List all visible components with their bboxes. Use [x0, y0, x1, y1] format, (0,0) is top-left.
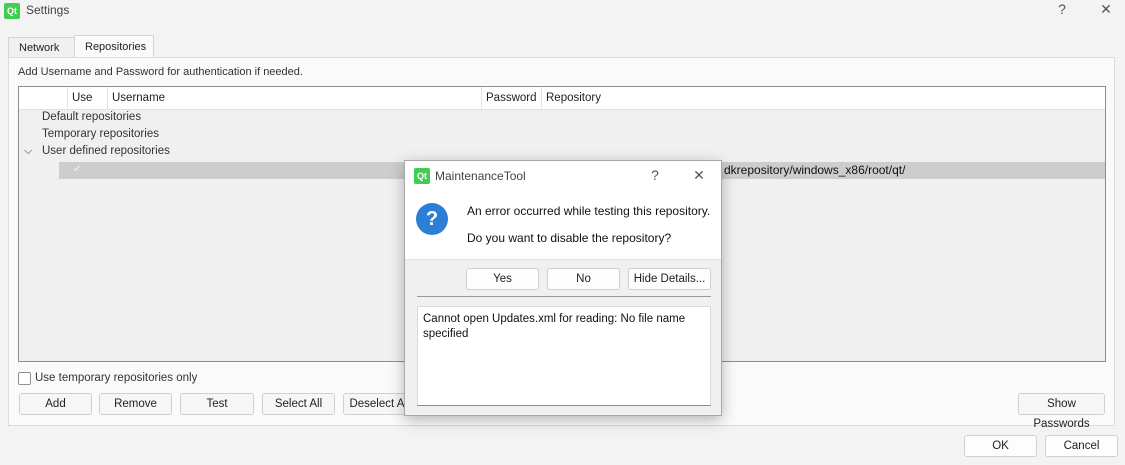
dialog-question: Do you want to disable the repository?	[467, 231, 672, 245]
dialog-title-bar: Qt MaintenanceTool ? ✕	[405, 161, 721, 191]
ok-button[interactable]: OK	[964, 435, 1037, 457]
show-passwords-button[interactable]: Show Passwords	[1018, 393, 1105, 430]
test-button[interactable]: Test	[180, 393, 254, 415]
error-dialog: Qt MaintenanceTool ? ✕ ? An error occurr…	[404, 160, 722, 416]
remove-button[interactable]: Remove	[99, 393, 172, 415]
dialog-title: MaintenanceTool	[435, 169, 526, 183]
column-password[interactable]: Password	[481, 87, 541, 109]
tree-item-user-defined[interactable]: User defined repositories	[42, 145, 170, 157]
add-button[interactable]: Add	[19, 393, 92, 415]
select-all-button[interactable]: Select All	[262, 393, 335, 415]
window-title: Settings	[26, 3, 70, 17]
tab-repositories[interactable]: Repositories	[74, 35, 154, 57]
tree-header: Use Username Password Repository	[19, 87, 1105, 110]
hide-details-button[interactable]: Hide Details...	[628, 268, 711, 290]
yes-button[interactable]: Yes	[466, 268, 539, 290]
temp-only-label: Use temporary repositories only	[35, 372, 198, 384]
column-username[interactable]: Username	[107, 87, 481, 109]
details-separator	[417, 296, 711, 297]
tree-item-default[interactable]: Default repositories	[42, 111, 141, 123]
dialog-message-area: ? An error occurred while testing this r…	[405, 191, 721, 260]
title-bar: Qt Settings ? ✕	[0, 0, 1125, 22]
chevron-down-icon[interactable]: ⌵	[24, 145, 32, 158]
dialog-close-icon[interactable]: ✕	[685, 167, 713, 184]
column-repository[interactable]: Repository	[541, 87, 1105, 109]
dialog-help-icon[interactable]: ?	[641, 167, 669, 183]
help-icon[interactable]: ?	[1048, 1, 1076, 17]
dialog-qt-logo-icon: Qt	[414, 168, 430, 184]
tree-item-temporary[interactable]: Temporary repositories	[42, 128, 159, 140]
dialog-message: An error occurred while testing this rep…	[467, 204, 711, 218]
no-button[interactable]: No	[547, 268, 620, 290]
auth-hint: Add Username and Password for authentica…	[18, 66, 303, 78]
close-icon[interactable]: ✕	[1092, 1, 1120, 18]
details-text-area[interactable]: Cannot open Updates.xml for reading: No …	[417, 306, 711, 406]
question-icon: ?	[416, 203, 448, 235]
cancel-button[interactable]: Cancel	[1045, 435, 1118, 457]
qt-logo-icon: Qt	[4, 3, 20, 19]
row-use-check-icon[interactable]: ✓	[73, 165, 83, 175]
row-repository-url: dkrepository/windows_x86/root/qt/	[724, 163, 906, 177]
tab-network[interactable]: Network	[8, 37, 75, 57]
temp-only-checkbox[interactable]	[18, 372, 31, 385]
column-use[interactable]: Use	[67, 87, 107, 109]
